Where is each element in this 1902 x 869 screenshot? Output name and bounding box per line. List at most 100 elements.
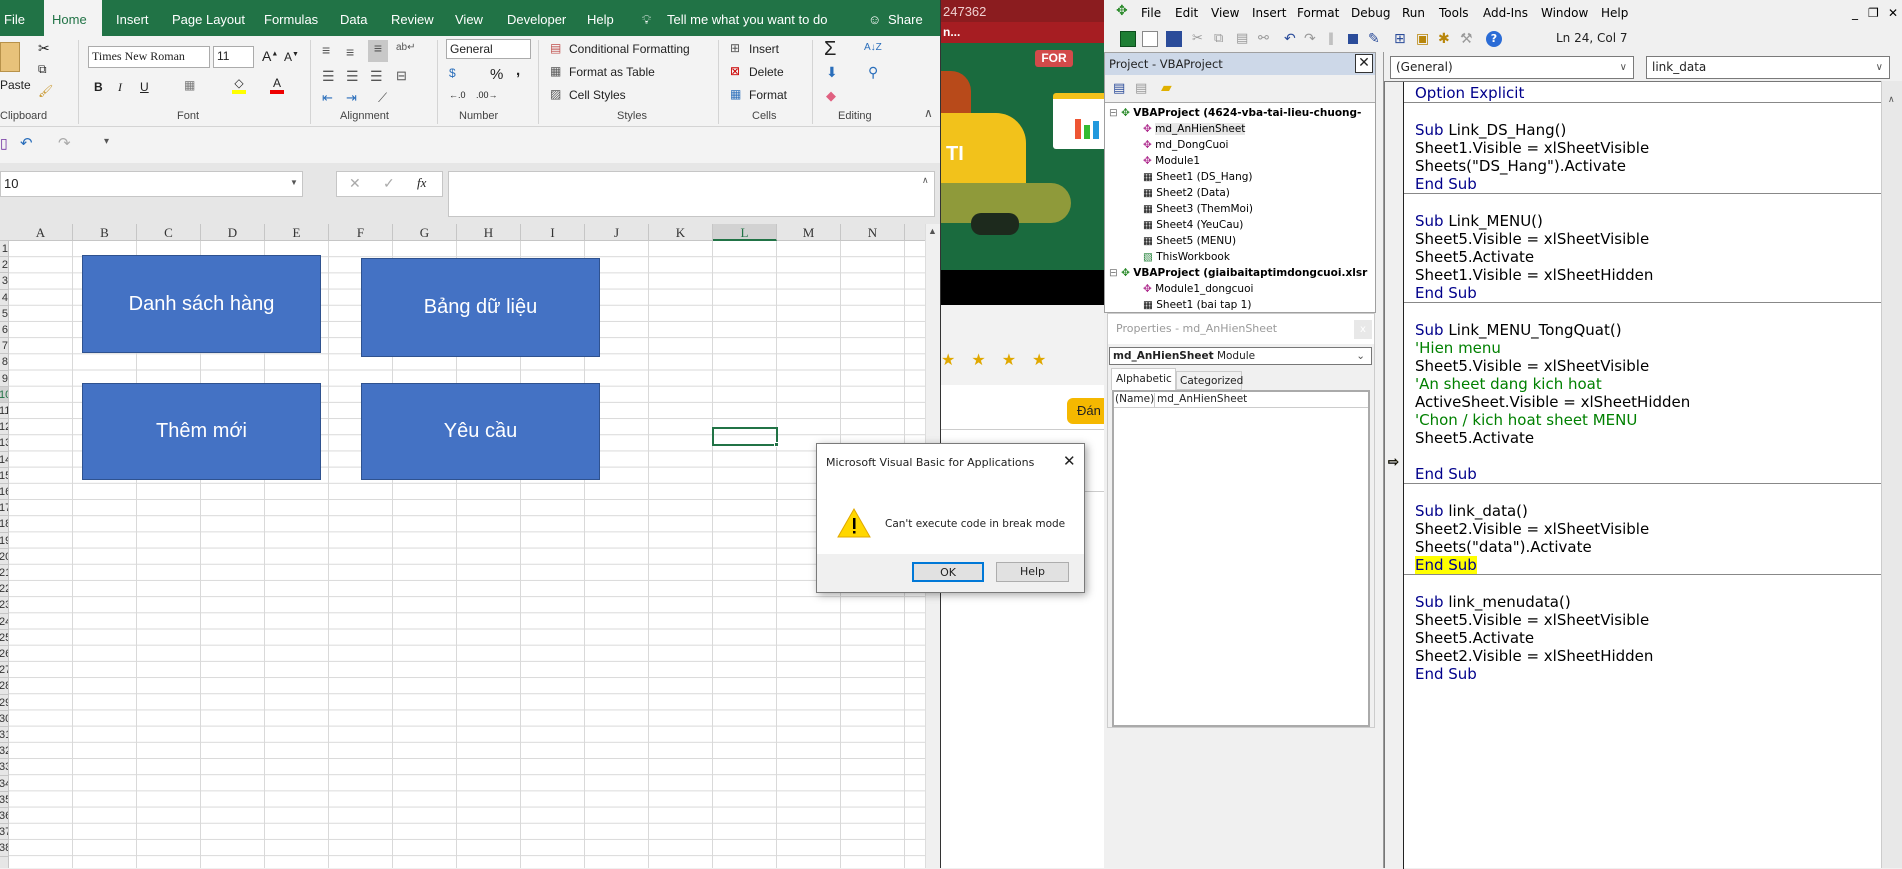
increase-indent-icon[interactable]: ⇥: [346, 90, 357, 106]
customize-qat-icon[interactable]: ▾: [104, 136, 109, 147]
row-header[interactable]: 18: [0, 516, 8, 533]
fill-color-icon[interactable]: ◇: [232, 76, 246, 94]
clear-icon[interactable]: ◆: [826, 88, 836, 104]
code-line[interactable]: End Sub: [1404, 556, 1882, 574]
name-box[interactable]: 10: [0, 171, 303, 197]
column-header-K[interactable]: K: [649, 224, 713, 241]
code-line[interactable]: [1404, 447, 1882, 465]
row-header[interactable]: 36: [0, 808, 8, 825]
delete-cells-button[interactable]: Delete: [749, 65, 784, 79]
project-tree-item[interactable]: ▦ Sheet5 (MENU): [1143, 235, 1236, 247]
tab-help[interactable]: Help: [587, 0, 614, 36]
shape-button-them-moi[interactable]: Thêm mới: [82, 383, 321, 480]
row-header[interactable]: 14: [0, 452, 8, 468]
code-line[interactable]: [1404, 484, 1882, 502]
project-tree-item[interactable]: ✥ md_AnHienSheet: [1143, 123, 1246, 135]
menu-file[interactable]: File: [1141, 6, 1161, 20]
tab-insert[interactable]: Insert: [116, 0, 149, 36]
row-header[interactable]: 29: [0, 695, 8, 711]
ok-button[interactable]: OK: [912, 562, 984, 582]
enter-icon[interactable]: ✓: [383, 175, 395, 192]
column-header-I[interactable]: I: [521, 224, 585, 241]
column-header-A[interactable]: A: [9, 224, 73, 241]
property-value[interactable]: md_AnHienSheet: [1157, 393, 1247, 405]
menu-debug[interactable]: Debug: [1351, 6, 1390, 20]
save-icon[interactable]: ▯: [0, 135, 8, 152]
menu-insert[interactable]: Insert: [1252, 6, 1286, 20]
column-header-D[interactable]: D: [201, 224, 265, 241]
decrease-decimal-icon[interactable]: .00→: [476, 90, 498, 100]
close-icon[interactable]: ✕: [1888, 6, 1898, 20]
tab-categorized[interactable]: Categorized: [1176, 371, 1243, 390]
minimize-icon[interactable]: _: [1852, 6, 1858, 20]
orientation-icon[interactable]: ⟋: [378, 90, 387, 106]
comma-style-button[interactable]: ,: [516, 62, 520, 79]
code-line[interactable]: Sheet2.Visible = xlSheetHidden: [1404, 647, 1882, 665]
code-line[interactable]: End Sub: [1404, 665, 1882, 683]
break-icon[interactable]: ‖: [1328, 31, 1344, 47]
decrease-indent-icon[interactable]: ⇤: [322, 90, 333, 106]
web-review-button[interactable]: Đán: [1067, 398, 1104, 424]
code-line[interactable]: End Sub: [1404, 175, 1882, 193]
code-line[interactable]: Sub link_menudata(): [1404, 593, 1882, 611]
row-header[interactable]: 34: [0, 776, 8, 792]
row-header[interactable]: 5: [0, 306, 8, 322]
project-tree-item[interactable]: ⊟ ✥ VBAProject (4624-vba-tai-lieu-chuong…: [1109, 107, 1361, 119]
scroll-up-icon[interactable]: ∧: [1888, 95, 1895, 105]
project-tree-item[interactable]: ▦ Sheet1 (DS_Hang): [1143, 171, 1252, 183]
toggle-folders-icon[interactable]: ▰: [1161, 80, 1172, 96]
font-size-combo[interactable]: 11: [213, 46, 254, 68]
cancel-icon[interactable]: ✕: [349, 175, 361, 192]
project-tree-item[interactable]: ✥ Module1: [1143, 155, 1200, 167]
align-top-icon[interactable]: ≡: [322, 42, 330, 58]
tab-developer[interactable]: Developer: [507, 0, 566, 36]
menu-help[interactable]: Help: [1601, 6, 1628, 20]
code-line[interactable]: Sheet2.Visible = xlSheetVisible: [1404, 520, 1882, 538]
underline-button[interactable]: U: [140, 80, 149, 94]
row-header[interactable]: 27: [0, 662, 8, 679]
redo-icon[interactable]: ↷: [1304, 31, 1320, 47]
row-header[interactable]: 19: [0, 533, 8, 549]
object-dropdown[interactable]: (General) ∨: [1390, 56, 1634, 79]
accounting-format-icon[interactable]: $: [449, 66, 456, 80]
tab-formulas[interactable]: Formulas: [264, 0, 318, 36]
menu-window[interactable]: Window: [1541, 6, 1588, 20]
property-row[interactable]: (Name) md_AnHienSheet: [1114, 392, 1368, 408]
row-header[interactable]: 16: [0, 484, 8, 501]
collapse-node-icon[interactable]: ⊟: [1109, 107, 1121, 119]
shape-button-danh-sach-hang[interactable]: Danh sách hàng: [82, 255, 321, 353]
project-tree-item[interactable]: ▦ Sheet2 (Data): [1143, 187, 1230, 199]
find-select-icon[interactable]: ⚲: [868, 64, 878, 81]
margin-indicator-bar[interactable]: ⇨: [1385, 82, 1404, 869]
shape-button-yeu-cau[interactable]: Yêu cầu: [361, 383, 600, 480]
increase-font-icon[interactable]: A▲: [262, 48, 278, 64]
tab-alphabetic[interactable]: Alphabetic: [1111, 368, 1176, 390]
tab-data[interactable]: Data: [340, 0, 367, 36]
redo-icon[interactable]: ↷: [58, 134, 71, 152]
row-header[interactable]: 11: [0, 403, 8, 420]
code-line[interactable]: ActiveSheet.Visible = xlSheetHidden: [1404, 393, 1882, 411]
percent-style-button[interactable]: %: [490, 66, 503, 83]
increase-decimal-icon[interactable]: ←.0: [449, 90, 466, 100]
undo-icon[interactable]: ↶: [1284, 31, 1300, 47]
code-line[interactable]: Sheets("DS_Hang").Activate: [1404, 157, 1882, 175]
expand-formula-bar-icon[interactable]: ∧: [922, 175, 929, 186]
column-header-B[interactable]: B: [73, 224, 137, 241]
tab-view[interactable]: View: [455, 0, 483, 36]
row-header[interactable]: 12: [0, 419, 8, 436]
scroll-up-icon[interactable]: ▲: [928, 226, 937, 236]
tab-file[interactable]: File: [4, 0, 25, 36]
insert-userform-icon[interactable]: [1142, 31, 1158, 47]
column-header-L[interactable]: L: [713, 224, 777, 241]
code-editor[interactable]: ⇨ Option Explicit Sub Link_DS_Hang() Shee…: [1384, 81, 1882, 869]
code-line[interactable]: Sub Link_MENU(): [1404, 212, 1882, 230]
project-tree-item[interactable]: ▦ Sheet4 (YeuCau): [1143, 219, 1243, 231]
code-line[interactable]: [1404, 575, 1882, 593]
row-header[interactable]: 2: [0, 257, 8, 274]
code-line[interactable]: Sheet1.Visible = xlSheetHidden: [1404, 266, 1882, 284]
row-header[interactable]: 1: [0, 241, 8, 258]
column-header-E[interactable]: E: [265, 224, 329, 241]
menu-edit[interactable]: Edit: [1175, 6, 1198, 20]
row-header[interactable]: 9: [0, 371, 8, 387]
paste-button[interactable]: Paste: [0, 78, 31, 92]
